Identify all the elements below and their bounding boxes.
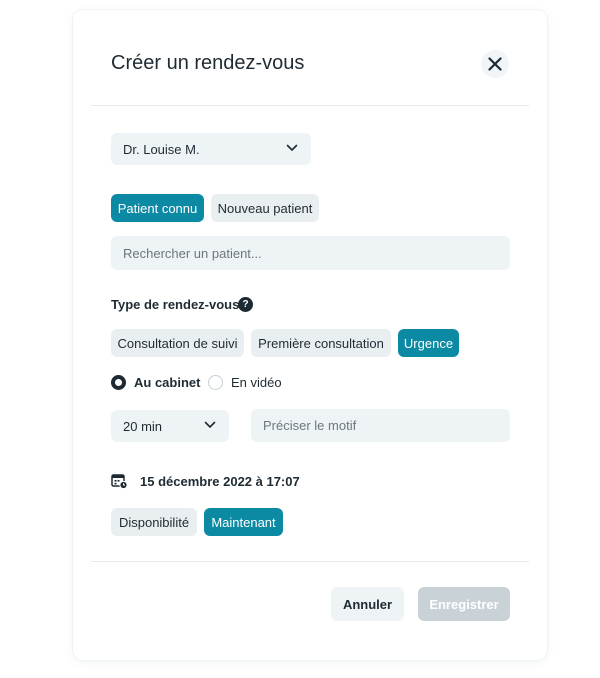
duration-select[interactable]: 20 min xyxy=(111,410,229,442)
chip-nouveau-patient[interactable]: Nouveau patient xyxy=(211,194,319,222)
datetime-value: 15 décembre 2022 à 17:07 xyxy=(140,473,300,489)
patient-search-input[interactable] xyxy=(111,236,510,270)
datetime-row: 15 décembre 2022 à 17:07 xyxy=(111,473,300,489)
appointment-type-label: Type de rendez-vous xyxy=(111,297,240,312)
appointment-modal: Créer un rendez-vous Dr. Louise M. Patie… xyxy=(73,10,547,660)
radio-au-cabinet-label: Au cabinet xyxy=(134,375,201,390)
close-icon xyxy=(488,57,502,71)
practitioner-select[interactable]: Dr. Louise M. xyxy=(111,133,311,165)
modal-title: Créer un rendez-vous xyxy=(111,52,305,74)
chip-disponibilite[interactable]: Disponibilité xyxy=(111,508,197,536)
close-button[interactable] xyxy=(481,50,509,78)
chip-maintenant[interactable]: Maintenant xyxy=(204,508,283,536)
chevron-down-icon xyxy=(286,144,298,152)
chip-patient-connu[interactable]: Patient connu xyxy=(111,194,204,222)
radio-en-video[interactable]: En vidéo xyxy=(208,375,282,390)
practitioner-select-value: Dr. Louise M. xyxy=(123,141,200,157)
radio-checked-indicator xyxy=(111,375,126,390)
header-divider xyxy=(91,105,529,106)
radio-au-cabinet[interactable]: Au cabinet xyxy=(111,375,200,390)
radio-en-video-label: En vidéo xyxy=(231,375,282,390)
motif-input[interactable] xyxy=(251,409,510,442)
footer-divider xyxy=(91,561,529,562)
save-button[interactable]: Enregistrer xyxy=(418,587,510,621)
chip-urgence[interactable]: Urgence xyxy=(398,329,459,357)
chevron-down-icon xyxy=(204,421,216,429)
duration-select-value: 20 min xyxy=(123,418,163,434)
chip-consultation-de-suivi[interactable]: Consultation de suivi xyxy=(111,329,244,357)
cancel-button[interactable]: Annuler xyxy=(331,587,404,621)
calendar-clock-icon xyxy=(111,474,128,489)
question-circle-icon[interactable]: ? xyxy=(238,297,253,312)
radio-unchecked-indicator xyxy=(208,375,223,390)
chip-premiere-consultation[interactable]: Première consultation xyxy=(251,329,391,357)
